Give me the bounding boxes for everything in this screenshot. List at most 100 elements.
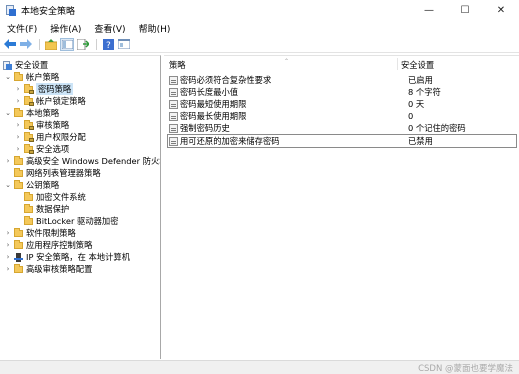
chevron-right-icon[interactable]: › bbox=[14, 85, 22, 93]
table-row[interactable]: 密码最长使用期限 0 bbox=[168, 110, 516, 122]
tree-item-label: 审核策略 bbox=[36, 120, 70, 130]
tree-item-account-lockout-policy[interactable]: › 帐户锁定策略 bbox=[14, 95, 86, 107]
chevron-right-icon[interactable]: › bbox=[14, 145, 22, 153]
table-row[interactable]: 强制密码历史 0 个记住的密码 bbox=[168, 122, 516, 134]
folder-icon bbox=[14, 228, 23, 238]
chevron-down-icon[interactable]: ⌄ bbox=[4, 181, 12, 189]
policy-name: 密码最长使用期限 bbox=[180, 111, 247, 121]
tree-item-network-list-manager[interactable]: 网络列表管理器策略 bbox=[4, 167, 101, 179]
folder-icon bbox=[14, 240, 23, 250]
tree-item-security-settings[interactable]: 安全设置 bbox=[3, 59, 48, 71]
menu-help[interactable]: 帮助(H) bbox=[135, 22, 175, 35]
tree-item-account-policies[interactable]: ⌄ 帐户策略 bbox=[4, 71, 59, 83]
tree-pane: 安全设置 ⌄ 帐户策略 › 密码策略 › 帐户锁定策略 ⌄ 本地策略 › 审核策… bbox=[0, 55, 161, 359]
folder-icon bbox=[14, 264, 23, 274]
tree-item-label: 公钥策略 bbox=[26, 180, 60, 190]
tree-item-label: 安全设置 bbox=[15, 60, 49, 70]
policy-value: 0 bbox=[408, 111, 414, 121]
back-icon[interactable] bbox=[3, 38, 17, 51]
tree-item-local-policies[interactable]: ⌄ 本地策略 bbox=[4, 107, 59, 119]
policy-setting-icon bbox=[169, 99, 178, 109]
table-row[interactable]: 密码最短使用期限 0 天 bbox=[168, 98, 516, 110]
tree-item-label: 网络列表管理器策略 bbox=[26, 168, 101, 178]
column-header-label: 策略 bbox=[169, 59, 186, 70]
tree-item-bitlocker[interactable]: BitLocker 驱动器加密 bbox=[24, 215, 119, 227]
policy-setting-icon bbox=[169, 75, 178, 85]
tree-item-efs[interactable]: 加密文件系统 bbox=[24, 191, 86, 203]
tree-item-label: IP 安全策略，在 本地计算机 bbox=[26, 252, 130, 262]
tree-item-label: 数据保护 bbox=[36, 204, 70, 214]
folder-lock-icon bbox=[24, 132, 34, 142]
forward-icon[interactable] bbox=[19, 38, 33, 51]
chevron-right-icon[interactable]: › bbox=[14, 121, 22, 129]
policy-name: 用可还原的加密来储存密码 bbox=[180, 136, 280, 146]
tree-item-label: 高级审核策略配置 bbox=[26, 264, 93, 274]
column-header-label: 安全设置 bbox=[401, 59, 435, 70]
folder-icon bbox=[24, 192, 33, 202]
policy-setting-icon bbox=[169, 87, 178, 97]
tree-item-security-options[interactable]: › 安全选项 bbox=[14, 143, 69, 155]
tree-item-software-restriction[interactable]: › 软件限制策略 bbox=[4, 227, 76, 239]
policy-value: 0 个记住的密码 bbox=[408, 123, 466, 133]
folder-icon bbox=[14, 108, 23, 118]
menu-file[interactable]: 文件(F) bbox=[3, 22, 41, 35]
maximize-button[interactable]: ☐ bbox=[447, 0, 483, 20]
tree-item-label: BitLocker 驱动器加密 bbox=[36, 216, 119, 226]
minimize-button[interactable]: — bbox=[411, 0, 447, 20]
chevron-right-icon[interactable]: › bbox=[4, 265, 12, 273]
folder-icon bbox=[14, 72, 23, 82]
tree-item-advanced-audit[interactable]: › 高级审核策略配置 bbox=[4, 263, 92, 275]
tree-item-label: 帐户策略 bbox=[26, 72, 60, 82]
tree-item-audit-policy[interactable]: › 审核策略 bbox=[14, 119, 69, 131]
policy-name: 密码长度最小值 bbox=[180, 87, 239, 97]
policy-value: 已启用 bbox=[408, 75, 433, 85]
folder-lock-icon bbox=[24, 120, 34, 130]
tree-item-password-policy[interactable]: › 密码策略 bbox=[14, 83, 74, 95]
column-header-setting[interactable]: 安全设置 bbox=[401, 58, 511, 71]
table-row[interactable]: 用可还原的加密来储存密码 已禁用 bbox=[167, 134, 517, 148]
tree-item-defender-firewall[interactable]: › 高级安全 Windows Defender 防火墙 bbox=[4, 155, 160, 167]
chevron-right-icon[interactable]: › bbox=[4, 253, 12, 261]
menu-view[interactable]: 查看(V) bbox=[90, 22, 129, 35]
menu-bar: 文件(F) 操作(A) 查看(V) 帮助(H) bbox=[0, 20, 519, 36]
tree-item-label: 密码策略 bbox=[36, 83, 74, 95]
title-bar: 本地安全策略 — ☐ ✕ bbox=[0, 0, 519, 20]
close-button[interactable]: ✕ bbox=[483, 0, 519, 20]
tree-item-label: 安全选项 bbox=[36, 144, 70, 154]
up-folder-icon[interactable] bbox=[44, 38, 58, 51]
column-header-policy[interactable]: 策略 ⌃ bbox=[169, 58, 395, 71]
policy-name: 强制密码历史 bbox=[180, 123, 230, 133]
tree-item-ip-security[interactable]: › IP 安全策略，在 本地计算机 bbox=[4, 251, 130, 263]
show-hide-tree-icon[interactable] bbox=[60, 37, 74, 51]
tree-item-data-protection[interactable]: 数据保护 bbox=[24, 203, 69, 215]
status-bar: CSDN @蒙面也要学魔法 bbox=[0, 360, 519, 374]
chevron-down-icon[interactable]: ⌄ bbox=[4, 73, 12, 81]
properties-icon[interactable] bbox=[117, 38, 131, 51]
menu-action[interactable]: 操作(A) bbox=[46, 22, 85, 35]
folder-icon bbox=[14, 168, 23, 178]
column-divider[interactable] bbox=[397, 58, 398, 70]
tree-item-user-rights-assignment[interactable]: › 用户权限分配 bbox=[14, 131, 86, 143]
computer-policy-icon bbox=[3, 60, 12, 70]
chevron-right-icon[interactable]: › bbox=[4, 157, 12, 165]
table-row[interactable]: 密码长度最小值 8 个字符 bbox=[168, 86, 516, 98]
help-icon[interactable]: ? bbox=[101, 38, 115, 51]
folder-icon bbox=[24, 216, 33, 226]
watermark: CSDN @蒙面也要学魔法 bbox=[418, 364, 513, 374]
chevron-right-icon[interactable]: › bbox=[4, 241, 12, 249]
folder-icon bbox=[14, 180, 23, 190]
policy-name: 密码最短使用期限 bbox=[180, 99, 247, 109]
tree-item-app-control[interactable]: › 应用程序控制策略 bbox=[4, 239, 92, 251]
tree-item-label: 软件限制策略 bbox=[26, 228, 76, 238]
policy-setting-icon bbox=[169, 123, 178, 133]
chevron-right-icon[interactable]: › bbox=[4, 229, 12, 237]
chevron-right-icon[interactable]: › bbox=[14, 97, 22, 105]
export-list-icon[interactable] bbox=[76, 38, 90, 51]
tree-item-public-key-policies[interactable]: ⌄ 公钥策略 bbox=[4, 179, 59, 191]
local-security-policy-app-icon bbox=[5, 4, 16, 16]
window-controls: — ☐ ✕ bbox=[411, 0, 519, 20]
table-row[interactable]: 密码必须符合复杂性要求 已启用 bbox=[168, 74, 516, 86]
chevron-down-icon[interactable]: ⌄ bbox=[4, 109, 12, 117]
chevron-right-icon[interactable]: › bbox=[14, 133, 22, 141]
folder-icon bbox=[24, 204, 33, 214]
